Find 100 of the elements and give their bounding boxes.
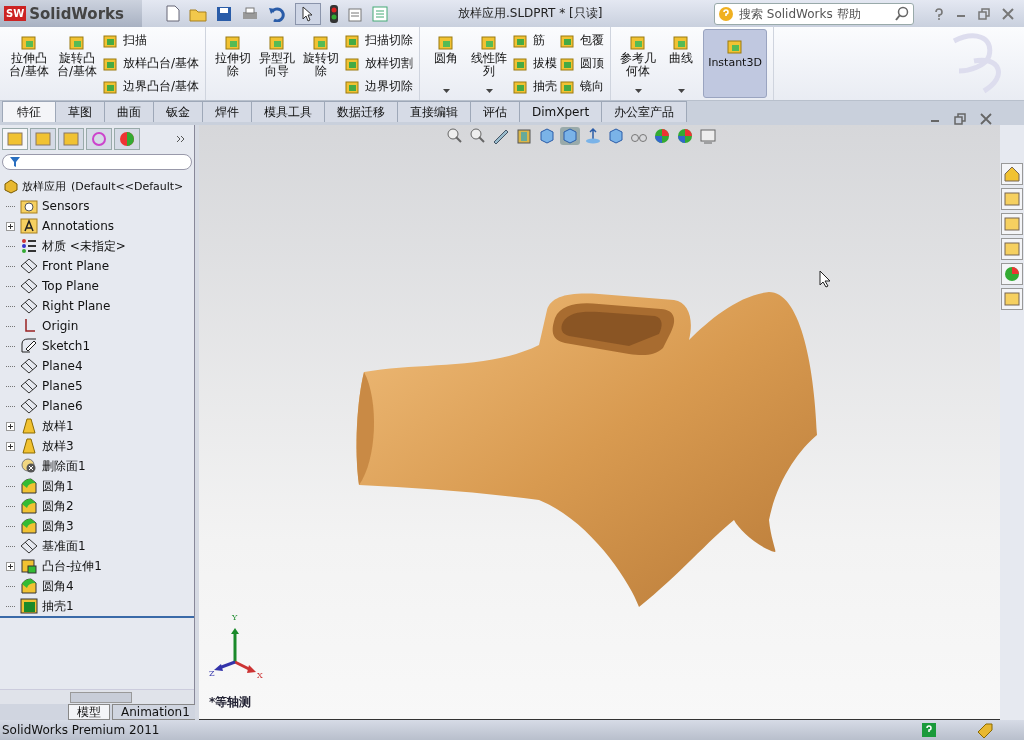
sensor-folder-icon xyxy=(20,198,38,214)
checklist-icon[interactable] xyxy=(372,5,388,22)
ribbon-button[interactable]: 拔模 xyxy=(512,55,558,72)
restore-icon[interactable] xyxy=(978,7,990,20)
ribbon-button[interactable]: 圆顶 xyxy=(559,55,605,72)
target-icon[interactable] xyxy=(86,128,112,150)
ribbon-button[interactable]: 扫描切除 xyxy=(344,32,414,49)
tree-item[interactable]: Right Plane xyxy=(42,299,111,313)
close-icon[interactable] xyxy=(1002,7,1014,20)
tree-item[interactable]: 放样1 xyxy=(42,417,74,435)
pen-icon[interactable] xyxy=(491,127,511,145)
plane-icon xyxy=(20,538,38,554)
expand-icon[interactable] xyxy=(6,221,16,231)
ribbon-button[interactable]: 包覆 xyxy=(559,32,605,49)
expand-icon[interactable] xyxy=(6,441,16,451)
traffic-light-icon[interactable] xyxy=(330,4,338,23)
tab[interactable]: 直接编辑 xyxy=(397,101,471,122)
ribbon-button[interactable]: 参考几 何体 xyxy=(617,29,660,98)
tab[interactable]: 钣金 xyxy=(153,101,203,122)
expand-icon[interactable] xyxy=(6,561,16,571)
tab[interactable]: 曲面 xyxy=(104,101,154,122)
ribbon-button[interactable]: 圆角 xyxy=(426,29,467,98)
printer-icon[interactable] xyxy=(241,5,259,22)
tree-item[interactable]: Plane5 xyxy=(42,379,83,393)
ribbon-button[interactable]: 拉伸凸 台/基体 xyxy=(6,29,53,98)
expand-icon[interactable] xyxy=(6,421,16,431)
tree-item[interactable]: Sketch1 xyxy=(42,339,91,353)
ball-icon[interactable] xyxy=(675,127,695,145)
ribbon-button[interactable]: 拉伸切 除 xyxy=(212,29,255,98)
tab[interactable]: 模型 xyxy=(68,704,110,720)
save-icon[interactable] xyxy=(216,5,232,22)
annotation-icon xyxy=(20,218,38,234)
tree-item[interactable]: 抽壳1 xyxy=(42,597,74,615)
ribbon-button[interactable]: 扫描 xyxy=(102,32,200,49)
help-icon[interactable] xyxy=(934,7,944,20)
tree-item[interactable]: 圆角3 xyxy=(42,517,74,535)
ribbon-button[interactable]: 边界切除 xyxy=(344,78,414,95)
search-icon[interactable] xyxy=(894,5,910,22)
tab[interactable]: 焊件 xyxy=(202,101,252,122)
film-icon[interactable] xyxy=(514,127,534,145)
dropdown-arrow-icon xyxy=(677,89,685,93)
restore-icon[interactable] xyxy=(954,113,966,125)
tab[interactable]: 评估 xyxy=(470,101,520,122)
material-icon xyxy=(20,238,38,254)
ribbon-button[interactable]: 筋 xyxy=(512,32,558,49)
ribbon-button[interactable]: 镜向 xyxy=(559,78,605,95)
filter-field[interactable] xyxy=(2,154,192,170)
ribbon-button[interactable]: 旋转凸 台/基体 xyxy=(54,29,101,98)
tab[interactable]: 特征 xyxy=(2,101,56,122)
tree-item[interactable]: Plane6 xyxy=(42,399,83,413)
dropdown-arrow-icon xyxy=(485,89,493,93)
tree-item[interactable]: Front Plane xyxy=(42,259,110,273)
ball-icon[interactable] xyxy=(652,127,672,145)
app-logo[interactable]: SW SolidWorks xyxy=(0,0,142,27)
arrow-up-icon[interactable] xyxy=(583,127,603,145)
tab[interactable]: 模具工具 xyxy=(251,101,325,122)
home-icon[interactable] xyxy=(1001,163,1023,185)
close-icon[interactable] xyxy=(980,113,992,125)
tree-item[interactable]: 圆角4 xyxy=(42,577,74,595)
tab[interactable]: 数据迁移 xyxy=(324,101,398,122)
tree-item[interactable]: 凸台-拉伸1 xyxy=(42,557,102,575)
ribbon-button[interactable]: Instant3D xyxy=(703,29,767,98)
ribbon-button[interactable]: 线性阵 列 xyxy=(468,29,511,98)
tree-item[interactable]: Plane4 xyxy=(42,359,83,373)
ribbon-button[interactable]: 边界凸台/基体 xyxy=(102,78,200,95)
tree-item[interactable]: 圆角1 xyxy=(42,477,74,495)
search-field[interactable]: 搜索 SolidWorks 帮助 xyxy=(714,2,914,25)
fillet-icon xyxy=(20,518,38,534)
splitter-handle[interactable] xyxy=(195,125,199,720)
loft-icon xyxy=(20,418,38,434)
ribbon-button[interactable]: 放样切割 xyxy=(344,55,414,72)
tree-item[interactable]: 基准面1 xyxy=(42,537,86,555)
tree-item[interactable]: 材质 <未指定> xyxy=(42,237,126,255)
ribbon-button[interactable]: 曲线 xyxy=(661,29,702,98)
monitor-icon[interactable] xyxy=(698,127,718,145)
tree-item[interactable]: 放样应用 xyxy=(22,178,66,194)
extrude-icon xyxy=(20,558,38,574)
clipboard-icon[interactable] xyxy=(347,5,363,22)
tab[interactable]: DimXpert xyxy=(519,101,603,122)
tab[interactable]: 办公室产品 xyxy=(601,101,688,122)
ribbon-button[interactable]: 放样凸台/基体 xyxy=(102,55,200,72)
mouse-cursor-icon xyxy=(819,270,831,288)
tree-item[interactable]: Sensors xyxy=(42,199,90,213)
tree-item[interactable]: 放样3 xyxy=(42,437,74,455)
help-icon[interactable] xyxy=(922,723,936,737)
undo-icon[interactable] xyxy=(268,5,286,22)
new-document-icon[interactable] xyxy=(166,5,180,22)
ribbon-button[interactable]: 异型孔 向导 xyxy=(256,29,299,98)
tree-item[interactable]: Top Plane xyxy=(42,279,99,293)
pointer-icon[interactable] xyxy=(295,2,321,25)
axis-label: Y xyxy=(232,614,238,622)
tree-item[interactable]: Origin xyxy=(42,319,79,333)
tag-icon[interactable] xyxy=(976,722,994,738)
tree-item[interactable]: Annotations xyxy=(42,219,115,233)
tree-item[interactable]: 圆角2 xyxy=(42,497,74,515)
tab[interactable]: 草图 xyxy=(55,101,105,122)
ribbon-button[interactable]: 旋转切 除 xyxy=(300,29,343,98)
tree-item[interactable]: 删除面1 xyxy=(42,457,86,475)
horizontal-scrollbar[interactable] xyxy=(0,689,194,704)
ribbon-button[interactable]: 抽壳 xyxy=(512,78,558,95)
